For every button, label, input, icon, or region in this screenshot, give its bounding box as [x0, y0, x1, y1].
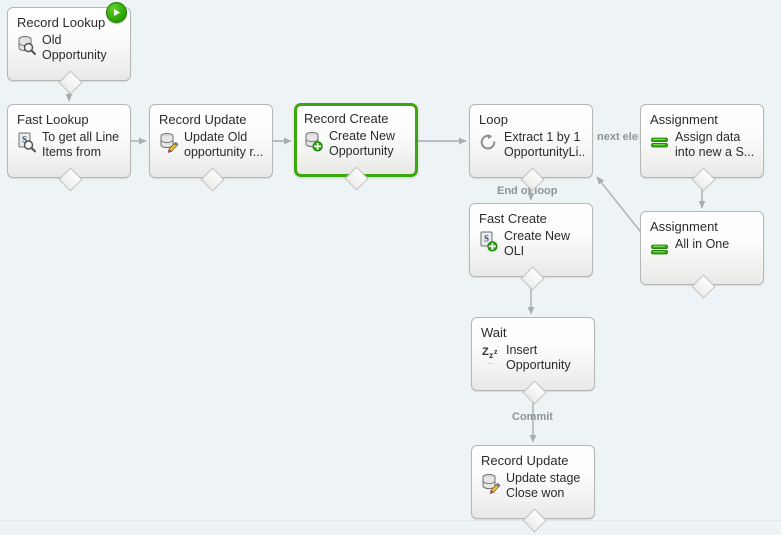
node-label: Extract 1 by 1 OpportunityLi... [504, 130, 584, 159]
node-fast-create[interactable]: Fast Create S Create New OLI [469, 203, 593, 277]
start-element-badge-icon [106, 2, 127, 23]
node-wait[interactable]: Wait Z z z ... Insert Opportunity a... [471, 317, 595, 391]
assignment-icon [650, 131, 670, 153]
canvas-bottom-divider [0, 520, 781, 521]
node-assignment-1[interactable]: Assignment Assign data into new a S... [640, 104, 764, 178]
record-update-icon [159, 131, 179, 153]
record-create-icon [304, 130, 324, 152]
node-label: Update Old opportunity r... [184, 130, 264, 159]
record-lookup-icon [17, 34, 37, 56]
svg-text:Z: Z [482, 346, 489, 358]
node-title: Assignment [650, 219, 718, 234]
node-record-update-1[interactable]: Record Update Update Old opportunity r..… [149, 104, 273, 178]
node-title: Record Update [159, 112, 247, 127]
svg-text:z: z [494, 349, 498, 356]
node-label: Insert Opportunity a... [506, 343, 571, 375]
node-label: Update stage Close won O... [506, 471, 581, 503]
svg-text:S: S [484, 234, 489, 244]
node-title: Wait [481, 325, 507, 340]
node-record-update-2[interactable]: Record Update Update stage Close won O..… [471, 445, 595, 519]
node-title: Record Update [481, 453, 569, 468]
loop-icon [479, 131, 499, 153]
node-title: Record Create [304, 111, 389, 126]
svg-text:...: ... [487, 359, 493, 366]
node-fast-lookup[interactable]: Fast Lookup S To get all Line Items from… [7, 104, 131, 178]
edge-label-commit: Commit [512, 411, 553, 423]
node-label: All in One [675, 237, 730, 251]
assignment-icon [650, 238, 670, 260]
fast-create-icon: S [479, 230, 499, 252]
node-title: Loop [479, 112, 508, 127]
flow-canvas[interactable]: Record Lookup Old Opportunity Fast Looku… [0, 0, 781, 535]
node-assignment-2[interactable]: Assignment All in One [640, 211, 764, 285]
node-title: Fast Lookup [17, 112, 89, 127]
node-title: Assignment [650, 112, 718, 127]
node-label: Create New OLI [504, 229, 570, 258]
wait-icon: Z z z ... [481, 344, 501, 366]
node-label: Create New Opportunity [329, 129, 395, 158]
node-loop[interactable]: Loop Extract 1 by 1 OpportunityLi... [469, 104, 593, 178]
node-label: Assign data into new a S... [675, 130, 755, 159]
fast-lookup-icon: S [17, 131, 37, 153]
record-update-icon [481, 472, 501, 494]
edge-assignment2-to-loop [596, 176, 645, 237]
node-label: Old Opportunity [42, 33, 107, 62]
node-label: To get all Line Items from ex... [42, 130, 120, 162]
edge-label-next-element: next element [597, 131, 639, 143]
node-title: Fast Create [479, 211, 547, 226]
